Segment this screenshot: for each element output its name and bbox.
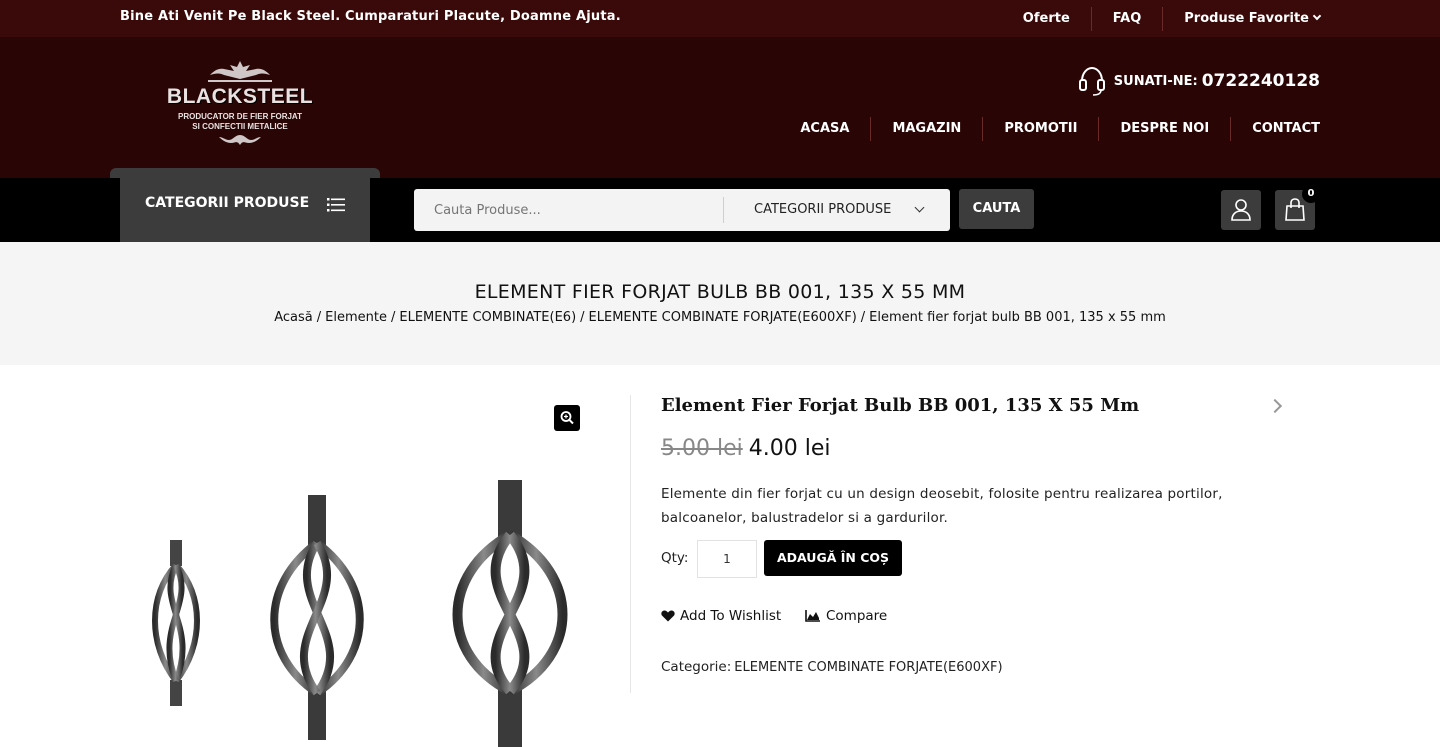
zoom-button[interactable]	[554, 405, 580, 431]
product-image[interactable]	[120, 385, 600, 747]
breadcrumb-elemente[interactable]: Elemente	[325, 310, 387, 325]
compare-link[interactable]: Compare	[805, 608, 887, 624]
user-icon	[1231, 199, 1251, 221]
nav-item-despre-noi[interactable]: DESPRE NOI	[1098, 117, 1230, 141]
site-header: BLACKSTEEL PRODUCATOR DE FIER FORJAT SI …	[0, 37, 1440, 178]
logo-bottom-ornament-icon	[219, 135, 261, 145]
quantity-label: Qty:	[661, 550, 689, 566]
breadcrumb-elemente-forjate[interactable]: ELEMENTE COMBINATE FORJATE(E600XF)	[589, 310, 857, 325]
breadcrumb: Acasă / Elemente / ELEMENTE COMBINATE(E6) / EL…	[274, 310, 1166, 325]
headset-icon	[1078, 66, 1105, 96]
top-link-produse-favorite-label: Produse Favorite	[1184, 10, 1309, 26]
categories-label: CATEGORII PRODUSE	[145, 195, 310, 211]
top-links: Oferte FAQ Produse Favorite	[1002, 0, 1322, 37]
page-title-section: ELEMENT FIER FORJAT BULB BB 001, 135 X 5…	[0, 242, 1440, 365]
quantity-input[interactable]	[697, 540, 757, 578]
logo-ornament-icon	[208, 61, 272, 82]
site-logo[interactable]: BLACKSTEEL PRODUCATOR DE FIER FORJAT SI …	[150, 57, 330, 152]
bulb-small	[152, 540, 200, 706]
breadcrumb-elemente-combinate[interactable]: ELEMENTE COMBINATE(E6)	[399, 310, 576, 325]
logo-tagline-2: SI CONFECTII METALICE	[192, 122, 288, 131]
account-button[interactable]	[1221, 190, 1261, 230]
search-button[interactable]: CAUTA	[959, 189, 1034, 229]
wishlist-label: Add To Wishlist	[680, 608, 782, 624]
category-link[interactable]: ELEMENTE COMBINATE FORJATE(E600XF)	[734, 660, 1002, 675]
bulb-medium	[270, 495, 364, 740]
next-product-arrow-icon[interactable]	[1267, 398, 1283, 414]
nav-item-magazin[interactable]: MAGAZIN	[870, 117, 982, 141]
zoom-in-icon	[560, 411, 574, 425]
old-price: 5.00 lei	[661, 436, 743, 461]
search-divider	[723, 197, 724, 223]
logo-tagline-1: PRODUCATOR DE FIER FORJAT	[177, 112, 302, 121]
search-input[interactable]	[414, 189, 723, 231]
category-label: Categorie:	[661, 659, 732, 675]
top-link-faq[interactable]: FAQ	[1090, 6, 1163, 31]
nav-item-promotii[interactable]: PROMOTII	[982, 117, 1098, 141]
product-price: 5.00 lei 4.00 lei	[661, 436, 831, 461]
phone-label: SUNATI-NE:	[1113, 73, 1198, 89]
current-price: 4.00 lei	[748, 436, 831, 461]
compare-label: Compare	[826, 608, 888, 624]
nav-item-contact[interactable]: CONTACT	[1230, 117, 1320, 141]
search-box: CATEGORII PRODUSE	[414, 189, 950, 231]
add-to-cart-button[interactable]: ADAUGĂ ÎN COȘ	[764, 540, 902, 576]
phone-contact[interactable]: SUNATI-NE: 0722240128	[1078, 65, 1320, 97]
search-bar-row: CATEGORII PRODUSE CATEGORII PRODUSE CAUT…	[0, 168, 1440, 242]
welcome-message: Bine Ati Venit Pe Black Steel. Cumparatu…	[120, 9, 621, 24]
chevron-down-icon[interactable]	[914, 202, 925, 213]
top-link-oferte[interactable]: Oferte	[1002, 7, 1091, 31]
bulb-large	[452, 480, 568, 747]
page-title: ELEMENT FIER FORJAT BULB BB 001, 135 X 5…	[474, 281, 966, 303]
chart-icon	[805, 610, 820, 622]
shopping-bag-icon	[1285, 198, 1305, 221]
heart-icon	[661, 610, 675, 622]
logo-brand: BLACKSTEEL	[166, 85, 314, 108]
phone-number[interactable]: 0722240128	[1202, 71, 1320, 91]
nav-item-acasa[interactable]: ACASA	[779, 117, 870, 141]
product-description: Elemente din fier forjat cu un design de…	[661, 486, 1223, 526]
product-photo	[152, 480, 568, 747]
product-category: Categorie: ELEMENTE COMBINATE FORJATE(E60…	[661, 659, 1003, 675]
product-title: Element Fier Forjat Bulb BB 001, 135 X 5…	[661, 395, 1140, 416]
top-link-produse-favorite[interactable]: Produse Favorite	[1162, 6, 1322, 31]
list-icon	[327, 198, 345, 212]
main-nav: ACASA MAGAZIN PROMOTII DESPRE NOI CONTAC…	[779, 117, 1320, 141]
chevron-down-icon	[1312, 11, 1322, 20]
search-category-select[interactable]: CATEGORII PRODUSE	[754, 202, 891, 217]
breadcrumb-home[interactable]: Acasă	[274, 310, 313, 325]
top-bar: Bine Ati Venit Pe Black Steel. Cumparatu…	[0, 0, 1440, 37]
divider	[630, 395, 631, 693]
categories-button[interactable]: CATEGORII PRODUSE	[110, 168, 380, 242]
breadcrumb-current: Element fier forjat bulb BB 001, 135 x 5…	[869, 310, 1166, 325]
add-to-wishlist-link[interactable]: Add To Wishlist	[661, 608, 781, 624]
cart-count-badge: 0	[1302, 185, 1320, 203]
